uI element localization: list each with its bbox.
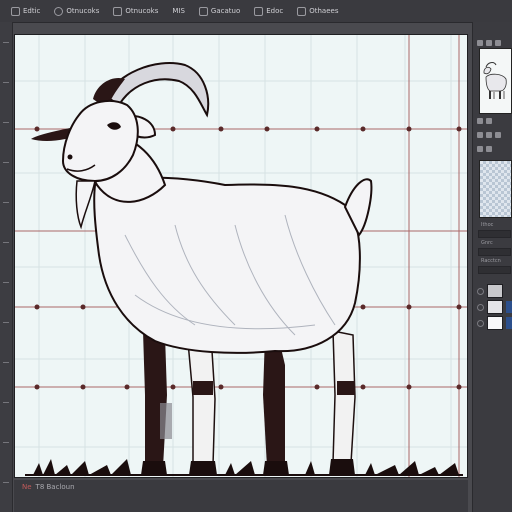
- tool-a-icon[interactable]: [477, 118, 483, 124]
- layer-row-3[interactable]: [477, 316, 512, 330]
- panel-field-2[interactable]: [478, 248, 511, 256]
- tool-g-icon[interactable]: [486, 146, 492, 152]
- panel-label-2: Gnrc: [481, 240, 493, 246]
- goat-artwork: [15, 35, 467, 477]
- menu-brush[interactable]: Gacatuo: [196, 6, 243, 17]
- brush-icon: [198, 6, 208, 16]
- navigator-icon[interactable]: [477, 40, 483, 46]
- goat-thumbnail-icon: [483, 62, 507, 99]
- menu-mis[interactable]: MIS: [169, 6, 188, 16]
- layer-accent-swatch: [506, 317, 512, 329]
- status-position: Ne: [22, 483, 32, 491]
- artboard-canvas[interactable]: [14, 34, 468, 478]
- layer-swatch: [487, 284, 503, 298]
- tool-b-icon[interactable]: [486, 118, 492, 124]
- menu-picture[interactable]: Otnucoks: [110, 6, 161, 17]
- status-info: Ne T8 Bacloun: [22, 483, 75, 491]
- tool-c-icon[interactable]: [477, 132, 483, 138]
- navigator-thumbnail[interactable]: [479, 48, 512, 114]
- layer-row-1[interactable]: [477, 284, 503, 298]
- color-preview-checker: [479, 160, 512, 218]
- menu-bar: Edtic Otnucoks Otnucoks MIS Gacatuo Edoc…: [0, 0, 512, 23]
- menu-circle[interactable]: Otnucoks: [51, 6, 102, 17]
- zoom-icon[interactable]: [486, 40, 492, 46]
- tool-e-icon[interactable]: [495, 132, 501, 138]
- menu-picture-label: Otnucoks: [125, 7, 159, 15]
- left-ruler[interactable]: [0, 22, 13, 512]
- visibility-eye-icon[interactable]: [477, 303, 484, 311]
- panel-tools-b[interactable]: [477, 132, 501, 138]
- layers-icon: [297, 6, 307, 16]
- layer-accent-swatch: [506, 301, 512, 313]
- circle-icon: [54, 6, 64, 16]
- menu-layers-label: Othaees: [309, 7, 339, 15]
- status-zoom[interactable]: T8 Bacloun: [36, 483, 75, 491]
- menu-circle-label: Otnucoks: [66, 7, 100, 15]
- panel-label-1: Ithoc: [481, 222, 494, 228]
- visibility-eye-icon[interactable]: [477, 319, 484, 327]
- tool-d-icon[interactable]: [486, 132, 492, 138]
- layer-swatch: [487, 316, 503, 330]
- menu-layers[interactable]: Othaees: [294, 6, 341, 17]
- panel-field-1[interactable]: [478, 230, 511, 238]
- panel-tools-c[interactable]: [477, 146, 492, 152]
- file-icon: [11, 6, 20, 16]
- right-panel: Ithoc Gnrc Racctcn: [472, 22, 512, 512]
- status-bar: Ne T8 Bacloun: [14, 480, 468, 512]
- menu-file-label: Edtic: [23, 7, 41, 15]
- square-icon: [254, 6, 264, 16]
- menu-square-label: Edoc: [266, 7, 284, 15]
- visibility-eye-icon[interactable]: [477, 287, 484, 295]
- navigator-toolbar[interactable]: [477, 40, 501, 46]
- menu-file[interactable]: Edtic: [8, 6, 43, 17]
- menu-square[interactable]: Edoc: [251, 6, 286, 17]
- layer-swatch: [487, 300, 503, 314]
- panel-label-3: Racctcn: [481, 258, 501, 264]
- menu-mis-label: MIS: [172, 7, 185, 15]
- settings-icon[interactable]: [495, 40, 501, 46]
- tool-f-icon[interactable]: [477, 146, 483, 152]
- menu-brush-label: Gacatuo: [210, 7, 241, 15]
- picture-icon: [113, 6, 123, 16]
- panel-tools-a[interactable]: [477, 118, 492, 124]
- layer-row-2[interactable]: [477, 300, 512, 314]
- panel-field-3[interactable]: [478, 266, 511, 274]
